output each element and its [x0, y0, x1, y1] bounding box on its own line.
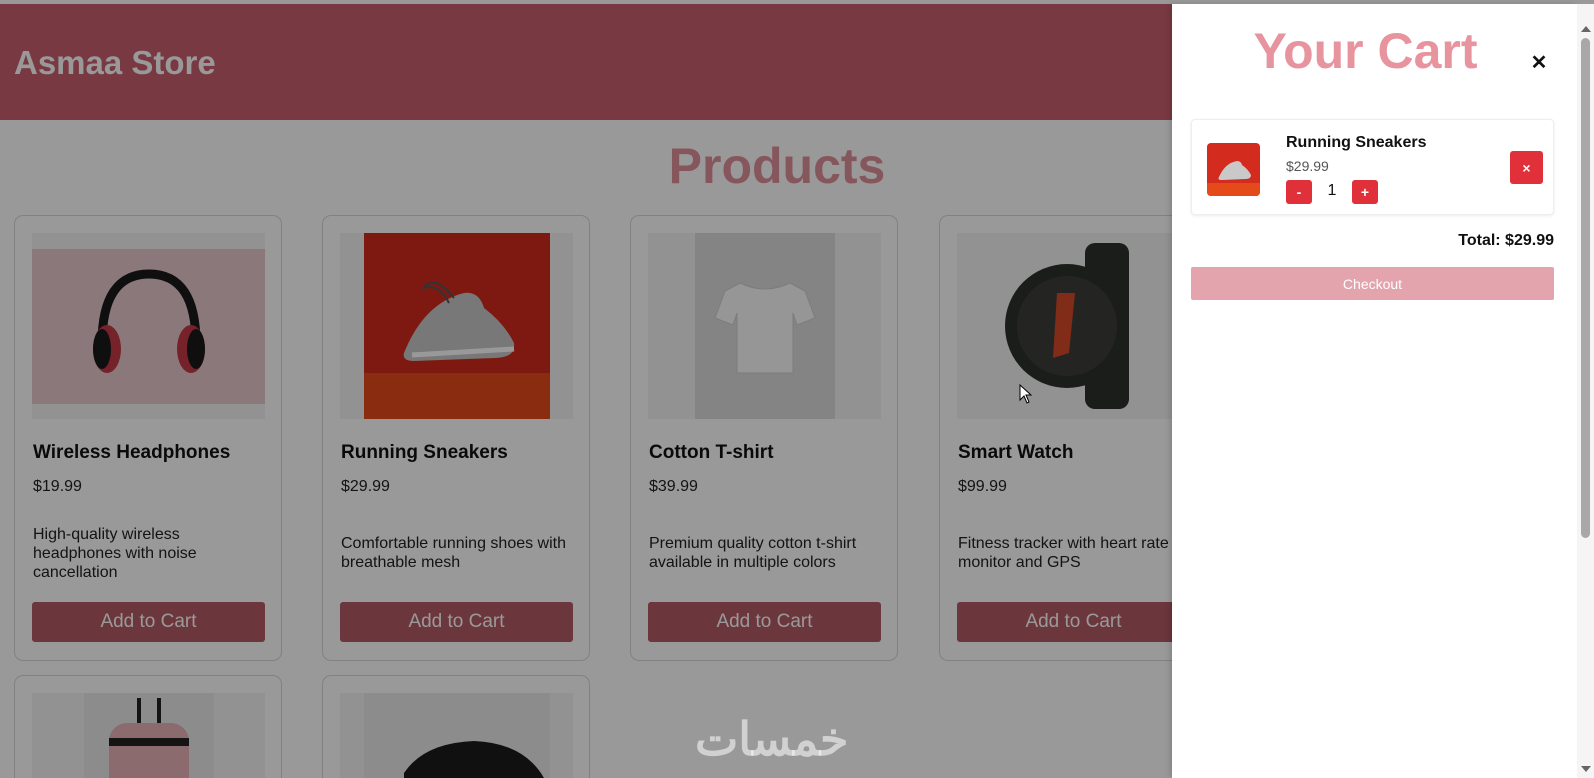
decrease-quantity-button[interactable]: - [1286, 180, 1312, 204]
quantity-value: 1 [1327, 182, 1337, 199]
cart-item-thumbnail [1207, 143, 1260, 196]
cart-item: Running Sneakers $29.99 - 1 + × [1191, 119, 1554, 215]
cart-item-price: $29.99 [1286, 158, 1329, 174]
scroll-up-arrow-icon[interactable] [1581, 26, 1591, 32]
watermark-logo: خمسات [695, 713, 849, 765]
cart-total: Total: $29.99 [1458, 232, 1554, 249]
vertical-scrollbar[interactable] [1577, 4, 1594, 778]
increase-quantity-button[interactable]: + [1352, 180, 1378, 204]
checkout-button[interactable]: Checkout [1191, 267, 1554, 300]
cart-panel: Your Cart ✕ Running Sneakers $29.99 - 1 … [1172, 4, 1577, 778]
mouse-pointer-icon [1019, 384, 1033, 404]
scroll-down-arrow-icon[interactable] [1581, 766, 1591, 772]
scrollbar-thumb[interactable] [1581, 38, 1590, 538]
remove-item-button[interactable]: × [1510, 151, 1543, 184]
cart-item-name: Running Sneakers [1286, 134, 1427, 151]
close-icon[interactable]: ✕ [1529, 52, 1549, 74]
cart-title: Your Cart [1253, 23, 1478, 79]
